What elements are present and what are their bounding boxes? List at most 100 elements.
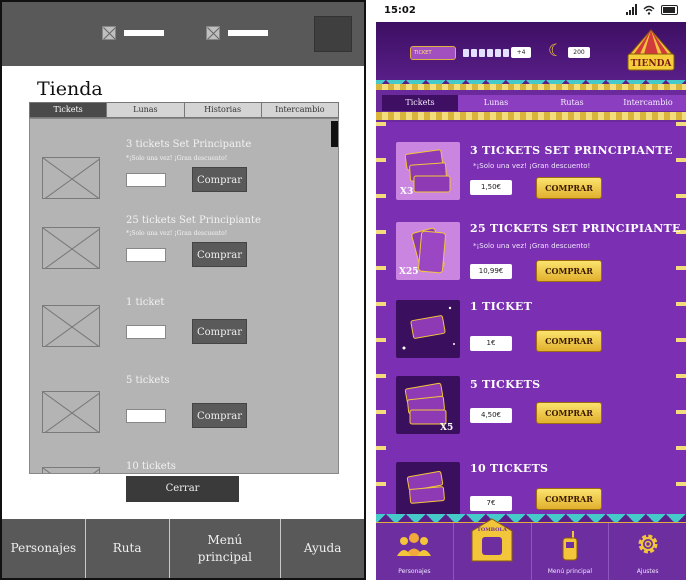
image-placeholder-icon [42,391,100,433]
nav-menu-principal[interactable]: Menú principal [170,519,282,578]
shop-tabs: Tickets Lunas Rutas Intercambio [382,95,686,111]
nav-tombola[interactable]: TOMBOLA [454,518,532,580]
item-name: 10 TICKETS [470,462,549,475]
item-price: 4,50€ [470,408,512,423]
shop-item-list[interactable]: X3 3 TICKETS SET PRINCIPIANTE *¡Solo una… [376,122,686,514]
plus-badge[interactable]: +4 [511,47,531,58]
wire-tabs: Tickets Lunas Historias Intercambio [29,102,339,118]
item-price-box [126,409,166,423]
buy-button[interactable]: COMPRAR [536,177,602,199]
tickets-bundle-icon: X5 [396,376,460,434]
item-subtitle: *¡Solo una vez! ¡Gran descuento! [126,155,228,162]
wire-shop-button[interactable] [314,16,352,52]
decor-band-bottom [376,514,686,522]
wifi-icon [643,5,655,15]
list-item: X3 3 TICKETS SET PRINCIPIANTE *¡Solo una… [376,122,686,202]
nav-menu-principal[interactable]: Menú principal [532,523,610,580]
ticket-icon: TICKET [410,46,456,60]
wire-tab-tickets[interactable]: Tickets [30,103,108,117]
close-button[interactable]: Cerrar [126,476,239,502]
ticket-counter [463,49,509,57]
svg-text:TOMBOLA: TOMBOLA [477,527,507,533]
buy-button[interactable]: Comprar [192,403,247,428]
image-placeholder-icon [42,305,100,347]
item-price-box [126,248,166,262]
wire-shop-panel: Tienda Tickets Lunas Historias Intercamb… [22,66,348,519]
app-header: TICKET +4 ☾ 200 TIENDA [376,22,686,84]
wire-item-list[interactable]: 3 tickets Set Principante *¡Solo una vez… [29,118,339,474]
item-price-box [126,325,166,339]
logo-text: TIENDA [631,59,673,69]
item-name: 1 TICKET [470,300,533,313]
wire-resource-2 [206,26,268,40]
wire-top-bar [2,2,364,66]
list-item: 3 tickets Set Principante *¡Solo una vez… [30,119,330,199]
buy-button[interactable]: Comprar [192,242,247,267]
tienda-tent-logo[interactable]: TIENDA [624,28,678,78]
moon-count: 200 [568,47,590,58]
tab-intercambio[interactable]: Intercambio [610,95,686,111]
signal-icon [626,4,637,15]
moon-icon: ☾ [548,41,564,61]
item-name: 1 ticket [126,297,165,308]
item-name: 5 tickets [126,375,170,386]
item-name: 10 tickets [126,461,176,472]
nav-ayuda[interactable]: Ayuda [281,519,364,578]
game-shop-screen: 15:02 TICKET +4 ☾ 200 TIENDA Tickets Lun… [376,0,686,580]
ticket-booth-icon: TOMBOLA [471,518,513,562]
nav-ajustes[interactable]: Ajustes [609,523,686,580]
ticket-single-icon [396,300,460,358]
buy-button[interactable]: Comprar [192,167,247,192]
item-badge: X25 [399,267,419,277]
tickets-bundle-icon: X25 [396,222,460,280]
nav-personajes[interactable]: Personajes [376,523,454,580]
wire-tab-historias[interactable]: Historias [184,103,262,117]
buy-button[interactable]: COMPRAR [536,330,602,352]
status-bar: 15:02 [376,0,686,22]
item-badge: X3 [400,187,413,197]
tab-lunas[interactable]: Lunas [458,95,534,111]
item-name: 3 TICKETS SET PRINCIPIANTE [470,144,673,157]
tickets-bundle-icon: X3 [396,142,460,200]
list-item: 25 tickets Set Principiante *¡Solo una v… [30,191,330,271]
list-item: X5 5 TICKETS 4,50€ COMPRAR [376,368,686,448]
app-bottom-nav: Personajes TOMBOLA Menú principal Ajuste… [376,518,686,580]
wire-tab-intercambio[interactable]: Intercambio [261,103,338,117]
list-item: 5 tickets Comprar [30,359,330,439]
people-icon [397,533,432,556]
buy-button[interactable]: COMPRAR [536,402,602,424]
nav-personajes[interactable]: Personajes [2,519,86,578]
image-placeholder-icon [42,227,100,269]
wireframe-screen: Tienda Tickets Lunas Historias Intercamb… [0,0,366,580]
list-item: 10 tickets [30,443,330,473]
item-subtitle: *¡Solo una vez! ¡Gran descuento! [473,242,591,250]
buy-button[interactable]: COMPRAR [536,260,602,282]
gear-icon [638,534,658,554]
item-price: 1€ [470,336,512,351]
item-name: 25 TICKETS SET PRINCIPIANTE [470,222,681,235]
buy-button[interactable]: Comprar [192,319,247,344]
item-price-box [126,173,166,187]
item-subtitle: *¡Solo una vez! ¡Gran descuento! [473,162,591,170]
walkie-talkie-icon [562,531,578,561]
tab-tickets[interactable]: Tickets [382,95,458,111]
buy-button[interactable]: COMPRAR [536,488,602,510]
tickets-bundle-icon [396,462,460,514]
list-item: 1 TICKET 1€ COMPRAR [376,286,686,366]
wire-tab-lunas[interactable]: Lunas [107,103,185,117]
list-item: 10 TICKETS 7€ COMPRAR [376,452,686,514]
nav-label: Personajes [398,568,431,575]
item-subtitle: *¡Solo una vez! ¡Gran descuento! [126,230,228,237]
nav-label: Menú principal [547,568,592,575]
item-price: 1,50€ [470,180,512,195]
status-time: 15:02 [384,5,416,16]
item-name: 25 tickets Set Principiante [126,215,261,226]
item-price: 10,99€ [470,264,512,279]
image-placeholder-icon [102,26,116,40]
wire-resource-1 [102,26,164,40]
nav-ruta[interactable]: Ruta [86,519,170,578]
image-placeholder-icon [206,26,220,40]
tab-rutas[interactable]: Rutas [534,95,610,111]
wire-scrollbar[interactable] [331,121,338,147]
wire-bottom-nav: Personajes Ruta Menú principal Ayuda [2,519,364,578]
